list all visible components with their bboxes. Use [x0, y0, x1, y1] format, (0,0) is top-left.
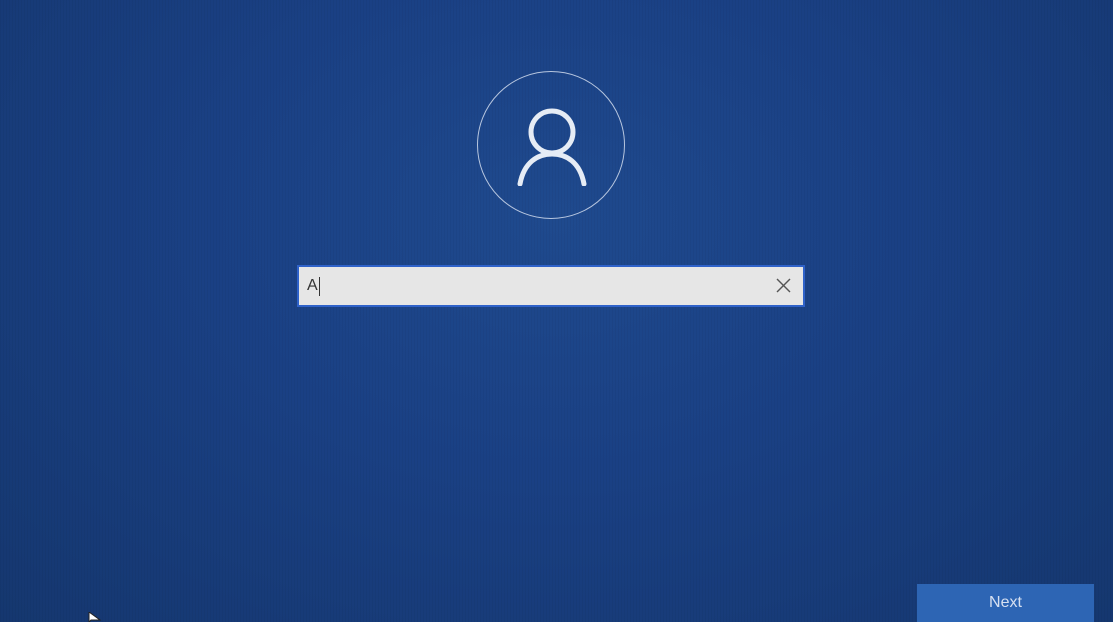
username-input[interactable] [307, 275, 747, 297]
clear-button[interactable] [773, 274, 795, 298]
oobe-background: Next [0, 0, 1113, 622]
user-avatar [477, 71, 625, 219]
text-caret [319, 277, 320, 296]
close-icon [776, 278, 791, 293]
next-button[interactable]: Next [917, 584, 1094, 622]
mouse-pointer-icon [88, 612, 102, 622]
user-icon [517, 108, 587, 186]
username-field[interactable] [297, 265, 805, 307]
